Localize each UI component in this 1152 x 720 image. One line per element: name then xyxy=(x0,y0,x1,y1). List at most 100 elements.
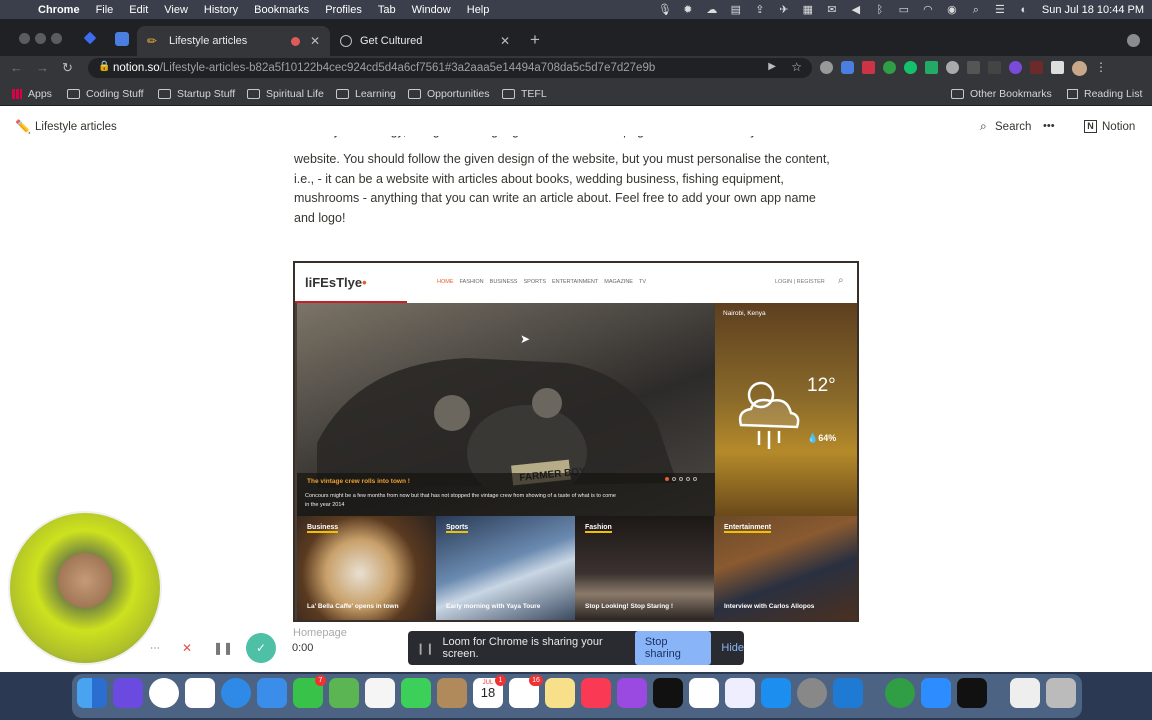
mail-icon[interactable] xyxy=(257,678,287,708)
menu-window[interactable]: Window xyxy=(404,4,459,16)
new-badge-icon[interactable] xyxy=(967,61,980,74)
profile-avatar[interactable] xyxy=(1072,61,1087,76)
bookmark-folder-tefl[interactable]: TEFL xyxy=(502,88,547,100)
extension-icon[interactable] xyxy=(820,61,833,74)
notion-app-link[interactable]: Notion xyxy=(1102,121,1135,133)
extension-icon[interactable] xyxy=(988,61,1001,74)
stop-sharing-button[interactable]: Stop sharing xyxy=(634,631,712,665)
maps-icon[interactable] xyxy=(329,678,359,708)
tab-search-icon[interactable] xyxy=(1127,34,1140,47)
control-center-icon[interactable]: ☰ xyxy=(994,4,1006,16)
more-options-icon[interactable]: ⋯ xyxy=(146,639,164,657)
cloud-icon[interactable]: ☁ xyxy=(706,4,718,16)
bookmark-apps[interactable]: Apps xyxy=(12,88,52,100)
hide-button[interactable]: Hide xyxy=(721,642,744,654)
safari-icon[interactable] xyxy=(221,678,251,708)
upload-icon[interactable]: ⇪ xyxy=(754,4,766,16)
numbers-icon[interactable] xyxy=(689,678,719,708)
facetime-icon[interactable]: 7 xyxy=(293,675,326,708)
pause-recording-button[interactable]: ❚❚ xyxy=(210,635,236,661)
wifi-icon[interactable]: ◠ xyxy=(922,4,934,16)
app-store-icon[interactable] xyxy=(761,678,791,708)
forward-arrow-icon[interactable]: → xyxy=(36,60,49,75)
reload-icon[interactable]: ↻ xyxy=(62,60,73,76)
menu-help[interactable]: Help xyxy=(459,4,498,16)
menu-history[interactable]: History xyxy=(196,4,246,16)
notion-search-button[interactable]: Search xyxy=(995,121,1031,133)
bookmark-folder-spiritual[interactable]: Spiritual Life xyxy=(247,88,324,100)
close-tab-icon[interactable]: ✕ xyxy=(310,34,320,48)
finder-icon[interactable] xyxy=(77,678,107,708)
notes-icon[interactable] xyxy=(545,678,575,708)
reminders-icon[interactable]: 16 xyxy=(509,675,543,708)
siri-icon[interactable]: ◐ xyxy=(1018,4,1030,16)
page-breadcrumb-title[interactable]: Lifestyle articles xyxy=(35,121,117,133)
kebab-menu-icon[interactable]: ⋮ xyxy=(1095,61,1107,76)
chat-icon[interactable]: ✉ xyxy=(826,4,838,16)
menu-file[interactable]: File xyxy=(88,4,122,16)
documents-stack-icon[interactable] xyxy=(1010,678,1040,708)
battery-icon[interactable]: ▭ xyxy=(898,4,910,16)
terminal-icon[interactable] xyxy=(957,678,987,708)
clipboard-icon[interactable]: ▤ xyxy=(730,4,742,16)
search-icon[interactable]: ⌕ xyxy=(970,4,982,16)
grid-icon[interactable]: ▦ xyxy=(802,4,814,16)
contacts-icon[interactable] xyxy=(437,678,467,708)
keynote-icon[interactable] xyxy=(725,678,755,708)
star-icon[interactable]: ☆ xyxy=(791,60,802,74)
menu-tab[interactable]: Tab xyxy=(370,4,404,16)
user-icon[interactable]: ◉ xyxy=(946,4,958,16)
reading-list[interactable]: Reading List xyxy=(1067,88,1142,100)
evernote-icon[interactable] xyxy=(885,678,915,708)
volume-icon[interactable]: ◀ xyxy=(850,4,862,16)
extension-icon[interactable] xyxy=(925,61,938,74)
menu-edit[interactable]: Edit xyxy=(121,4,156,16)
bookmark-folder-opportunities[interactable]: Opportunities xyxy=(408,88,489,100)
more-options-icon[interactable]: ••• xyxy=(1043,120,1055,132)
extension-icon[interactable] xyxy=(862,61,875,74)
address-bar[interactable]: 🔒 notion.so/Lifestyle-articles-b82a5f101… xyxy=(88,58,812,78)
window-close-button[interactable] xyxy=(19,33,30,44)
grammarly-icon[interactable] xyxy=(904,61,917,74)
bookmark-folder-learning[interactable]: Learning xyxy=(336,88,396,100)
close-tab-icon[interactable]: ✕ xyxy=(500,34,510,48)
loom-extension-icon[interactable] xyxy=(1009,61,1022,74)
bookmark-other[interactable]: Other Bookmarks xyxy=(951,88,1052,100)
vscode-icon[interactable] xyxy=(833,678,863,708)
window-zoom-button[interactable] xyxy=(51,33,62,44)
calendar-icon[interactable]: JUL 18 1 xyxy=(473,675,506,708)
evernote-icon[interactable] xyxy=(883,61,896,74)
slack-icon[interactable] xyxy=(185,678,215,708)
loom-camera-bubble[interactable] xyxy=(8,511,162,665)
menu-bookmarks[interactable]: Bookmarks xyxy=(246,4,317,16)
photos-icon[interactable] xyxy=(365,678,395,708)
search-icon[interactable]: ⌕ xyxy=(980,119,987,134)
music-icon[interactable] xyxy=(581,678,611,708)
microphone-icon[interactable]: 🎙 xyxy=(658,4,672,16)
back-arrow-icon[interactable]: ← xyxy=(10,60,23,75)
menu-view[interactable]: View xyxy=(156,4,196,16)
window-minimize-button[interactable] xyxy=(35,33,46,44)
menu-app-name[interactable]: Chrome xyxy=(30,4,88,16)
cancel-recording-button[interactable]: ✕ xyxy=(174,635,200,661)
pinned-tab-calendar-icon[interactable] xyxy=(115,32,129,46)
gear-extension-icon[interactable] xyxy=(946,61,959,74)
finish-recording-button[interactable]: ✓ xyxy=(246,633,276,663)
tab-get-cultured[interactable]: Get Cultured ✕ xyxy=(330,26,520,56)
apple-tv-icon[interactable] xyxy=(653,678,683,708)
chrome-icon[interactable] xyxy=(149,678,179,708)
system-preferences-icon[interactable] xyxy=(797,678,827,708)
bookmark-folder-coding[interactable]: Coding Stuff xyxy=(67,88,144,100)
menu-profiles[interactable]: Profiles xyxy=(317,4,370,16)
bluetooth-icon[interactable]: ᛒ xyxy=(874,4,886,16)
gear-icon[interactable]: ✹ xyxy=(682,4,694,16)
launchpad-icon[interactable] xyxy=(113,678,143,708)
zoom-icon[interactable] xyxy=(921,678,951,708)
menubar-clock[interactable]: Sun Jul 18 10:44 PM xyxy=(1042,4,1144,16)
trash-icon[interactable] xyxy=(1046,678,1076,708)
new-tab-icon[interactable]: + xyxy=(530,30,540,50)
extension-icon[interactable] xyxy=(841,61,854,74)
tab-lifestyle-articles[interactable]: ✏ Lifestyle articles ✕ xyxy=(137,26,330,56)
puzzle-icon[interactable] xyxy=(1051,61,1064,74)
podcasts-icon[interactable] xyxy=(617,678,647,708)
